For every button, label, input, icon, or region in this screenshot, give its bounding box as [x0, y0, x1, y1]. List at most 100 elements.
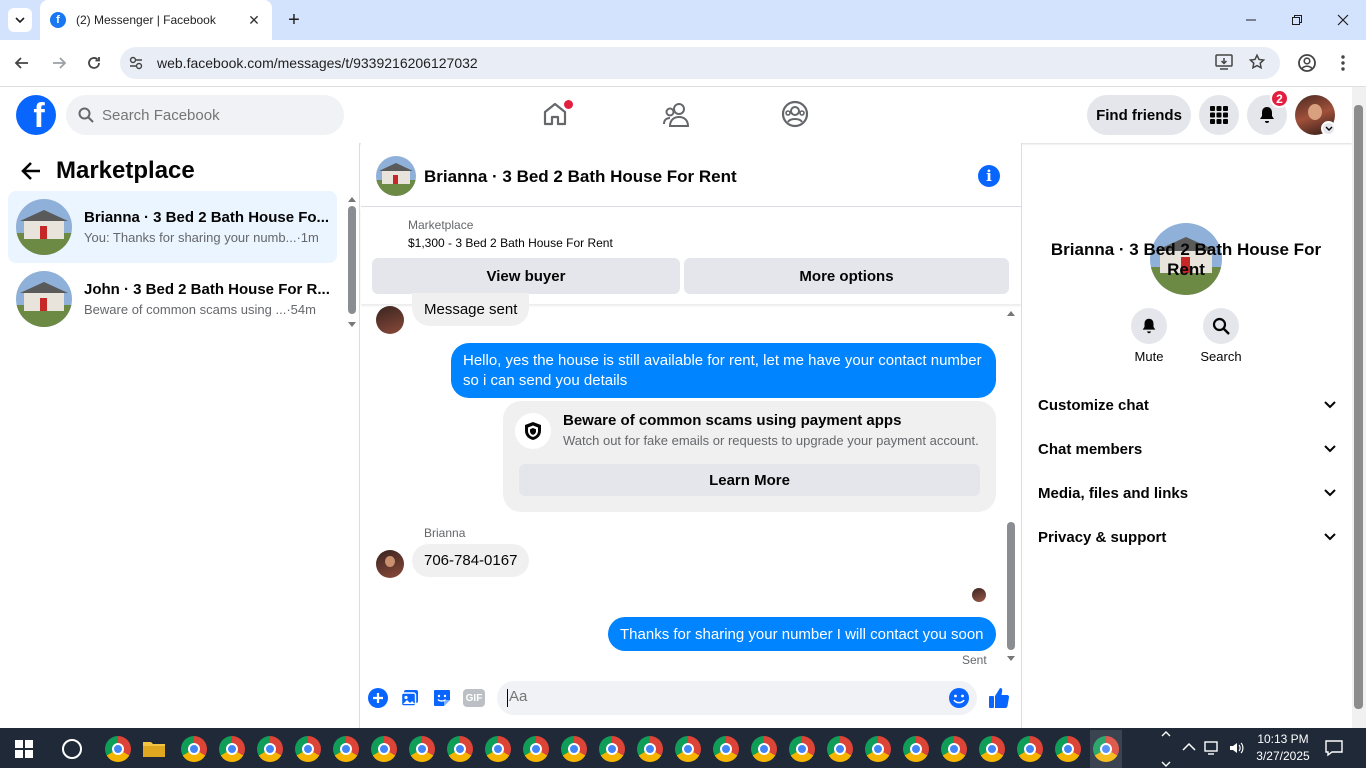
chat-scrollbar[interactable] [1005, 308, 1017, 664]
taskbar-chrome-icon[interactable] [827, 736, 853, 762]
taskbar-chrome-icon[interactable] [485, 736, 511, 762]
message-bubble[interactable]: 706-784-0167 [412, 544, 530, 577]
back-to-inbox-button[interactable] [20, 160, 44, 184]
mute-button[interactable] [1131, 308, 1167, 344]
find-friends-button[interactable]: Find friends [1087, 95, 1191, 135]
chat-avatar[interactable] [376, 156, 416, 196]
taskbar-chrome-icon[interactable] [371, 736, 397, 762]
section-label: Customize chat [1038, 396, 1149, 414]
taskbar-chrome-icon[interactable] [105, 736, 131, 762]
network-icon[interactable] [1203, 740, 1221, 756]
taskbar-chrome-icon[interactable] [789, 736, 815, 762]
section-chat-members[interactable]: Chat members [1030, 429, 1344, 469]
section-media-files-links[interactable]: Media, files and links [1030, 473, 1344, 513]
minimize-button[interactable] [1228, 0, 1274, 40]
taskbar-chrome-icon[interactable] [561, 736, 587, 762]
scrollbar-thumb[interactable] [1007, 522, 1015, 650]
file-explorer-icon[interactable] [142, 739, 166, 759]
more-options-button[interactable]: More options [684, 258, 1009, 294]
taskbar-chrome-icon[interactable] [333, 736, 359, 762]
taskbar-chrome-icon[interactable] [181, 736, 207, 762]
taskbar-chrome-icon[interactable] [675, 736, 701, 762]
send-like-button[interactable] [987, 686, 1011, 710]
action-center-button[interactable] [1324, 739, 1344, 757]
search-in-chat-button[interactable] [1203, 308, 1239, 344]
browser-menu-button[interactable] [1336, 53, 1350, 73]
emoji-button[interactable] [948, 687, 970, 709]
restore-button[interactable] [1274, 0, 1320, 40]
taskbar-chrome-icon[interactable] [713, 736, 739, 762]
account-menu-chevron[interactable] [1321, 121, 1336, 136]
nav-friends[interactable] [661, 100, 691, 130]
search-input[interactable] [102, 106, 322, 124]
listing-title[interactable]: $1,300 - 3 Bed 2 Bath House For Rent [408, 236, 613, 250]
message-input[interactable] [509, 688, 929, 705]
taskbar-chrome-icon[interactable] [599, 736, 625, 762]
section-customize-chat[interactable]: Customize chat [1030, 385, 1344, 425]
gif-button[interactable]: GIF [463, 689, 485, 707]
site-info-icon[interactable] [128, 55, 144, 71]
address-bar[interactable]: web.facebook.com/messages/t/933921620612… [120, 47, 1280, 79]
menu-button[interactable] [1199, 95, 1239, 135]
tray-overflow-button[interactable] [1182, 742, 1196, 754]
view-buyer-button[interactable]: View buyer [372, 258, 680, 294]
start-button[interactable] [15, 740, 33, 758]
nav-home[interactable] [541, 100, 573, 130]
profile-button[interactable] [1297, 53, 1317, 73]
message-bubble-outgoing[interactable]: Hello, yes the house is still available … [451, 343, 996, 398]
facebook-logo[interactable]: f [16, 95, 56, 135]
conversation-list-scrollbar[interactable] [346, 194, 358, 332]
sender-avatar[interactable] [376, 306, 404, 334]
taskbar-chrome-icon[interactable] [979, 736, 1005, 762]
close-window-button[interactable] [1320, 0, 1366, 40]
message-bubble-outgoing[interactable]: Thanks for sharing your number I will co… [608, 617, 996, 651]
conversation-info-icon[interactable]: i [978, 165, 1000, 187]
facebook-favicon-icon: f [50, 12, 66, 28]
sticker-button[interactable] [432, 688, 452, 708]
conversation-item[interactable]: John · 3 Bed 2 Bath House For R... Bewar… [8, 263, 337, 335]
browser-tab[interactable]: f (2) Messenger | Facebook ✕ [40, 0, 272, 40]
tab-search-button[interactable] [8, 8, 32, 32]
taskbar-chrome-icon[interactable] [295, 736, 321, 762]
nav-groups[interactable] [781, 100, 811, 130]
back-button[interactable] [8, 50, 36, 76]
taskbar-chrome-icon[interactable] [903, 736, 929, 762]
forward-button[interactable] [45, 50, 73, 76]
taskbar-chrome-icon[interactable] [637, 736, 663, 762]
volume-icon[interactable] [1228, 740, 1246, 756]
taskbar-overflow-scroll[interactable] [1159, 730, 1173, 768]
taskbar-chrome-icon[interactable] [447, 736, 473, 762]
windows-logo-icon [15, 740, 33, 758]
section-privacy-support[interactable]: Privacy & support [1030, 517, 1344, 557]
taskbar-chrome-icon[interactable] [865, 736, 891, 762]
scrollbar-thumb[interactable] [348, 206, 356, 314]
sender-avatar[interactable] [376, 550, 404, 578]
new-tab-button[interactable]: + [282, 8, 306, 32]
taskbar-chrome-icon[interactable] [523, 736, 549, 762]
page-scrollbar-thumb[interactable] [1354, 105, 1363, 709]
install-app-button[interactable] [1214, 53, 1236, 73]
chat-title[interactable]: Brianna · 3 Bed 2 Bath House For Rent [424, 167, 737, 187]
learn-more-button[interactable]: Learn More [519, 464, 980, 496]
taskbar-chrome-icon[interactable] [219, 736, 245, 762]
taskbar-chrome-icon[interactable] [1055, 736, 1081, 762]
taskbar-chrome-icon[interactable] [1017, 736, 1043, 762]
bookmark-star-button[interactable] [1248, 53, 1268, 73]
conversation-name: John · 3 Bed 2 Bath House For R... [84, 281, 330, 298]
chevron-down-icon [1324, 489, 1336, 497]
scroll-up-icon [348, 197, 356, 202]
taskbar-clock[interactable]: 10:13 PM 3/27/2025 [1252, 731, 1314, 765]
facebook-search[interactable] [66, 95, 344, 135]
attach-photo-button[interactable] [400, 688, 420, 708]
close-tab-icon[interactable]: ✕ [244, 12, 264, 29]
taskbar-chrome-icon[interactable] [941, 736, 967, 762]
message-input-wrap[interactable] [497, 681, 977, 715]
more-actions-button[interactable] [368, 688, 388, 708]
reload-button[interactable] [80, 50, 108, 76]
message-bubble[interactable]: Message sent [412, 293, 530, 326]
taskbar-chrome-icon[interactable] [751, 736, 777, 762]
taskbar-chrome-icon[interactable] [257, 736, 283, 762]
taskbar-chrome-icon[interactable] [409, 736, 435, 762]
conversation-item[interactable]: Brianna · 3 Bed 2 Bath House Fo... You: … [8, 191, 337, 263]
cortana-search-button[interactable] [62, 739, 82, 759]
